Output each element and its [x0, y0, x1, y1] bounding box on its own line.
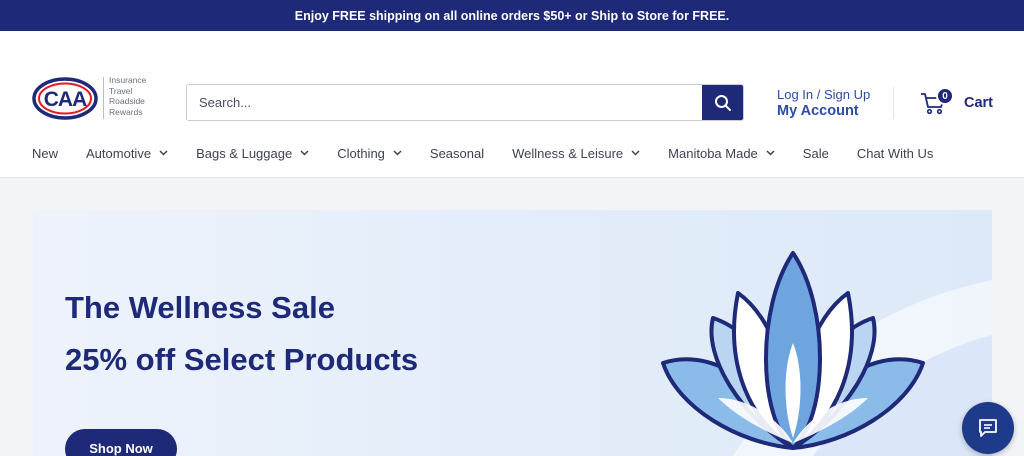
- chevron-down-icon: [766, 150, 775, 156]
- login-signup-link[interactable]: Log In / Sign Up: [777, 87, 870, 102]
- lotus-icon: [661, 251, 925, 450]
- nav-item-label: Sale: [802, 145, 829, 161]
- nav-item-seasonal[interactable]: Seasonal: [430, 146, 484, 161]
- nav-item-label: Seasonal: [429, 145, 485, 161]
- cart-count-badge: 0: [936, 87, 954, 105]
- announcement-text: Enjoy FREE shipping on all online orders…: [294, 8, 730, 23]
- nav-item-label: New: [32, 145, 59, 161]
- hero-banner[interactable]: The Wellness Sale 25% off Select Product…: [33, 210, 992, 456]
- chevron-down-icon: [159, 150, 168, 156]
- site-header: CAA Insurance Travel Roadside Rewards Lo…: [0, 31, 1024, 177]
- nav-item-bags-luggage[interactable]: Bags & Luggage: [196, 146, 309, 161]
- nav-item-wellness-leisure[interactable]: Wellness & Leisure: [512, 146, 640, 161]
- nav-item-chat-with-us[interactable]: Chat With Us: [857, 146, 934, 161]
- logo-taglines: Insurance Travel Roadside Rewards: [109, 75, 146, 117]
- nav-item-label: Manitoba Made: [668, 145, 758, 161]
- tagline: Roadside: [109, 96, 145, 107]
- chat-button[interactable]: [962, 402, 1014, 454]
- logo-divider: [103, 77, 104, 119]
- svg-text:CAA: CAA: [44, 88, 87, 111]
- chevron-down-icon: [393, 150, 402, 156]
- search-bar: [186, 84, 744, 121]
- caa-logo[interactable]: CAA Insurance Travel Roadside Rewards: [32, 75, 152, 125]
- tagline: Rewards: [109, 106, 143, 117]
- tagline: Insurance: [109, 75, 147, 85]
- nav-item-sale[interactable]: Sale: [803, 146, 829, 161]
- nav-item-label: Clothing: [337, 145, 385, 161]
- main-nav: New Automotive Bags & Luggage Clothing S…: [32, 144, 961, 162]
- nav-item-label: Wellness & Leisure: [512, 145, 624, 161]
- nav-item-manitoba-made[interactable]: Manitoba Made: [668, 146, 775, 161]
- search-button[interactable]: [702, 85, 743, 120]
- search-icon: [714, 94, 731, 111]
- header-divider: [893, 87, 894, 119]
- nav-item-automotive[interactable]: Automotive: [86, 146, 168, 161]
- cart-label: Cart: [964, 95, 994, 111]
- banner-title: The Wellness Sale: [65, 290, 335, 325]
- cart-icon: 0: [920, 87, 954, 115]
- chevron-down-icon: [631, 150, 640, 156]
- my-account-label[interactable]: My Account: [777, 103, 870, 119]
- chat-icon: [979, 419, 997, 437]
- nav-item-label: Bags & Luggage: [196, 145, 293, 161]
- tagline: Travel: [109, 85, 133, 96]
- chevron-down-icon: [300, 150, 309, 156]
- nav-item-clothing[interactable]: Clothing: [337, 146, 402, 161]
- nav-item-label: Automotive: [86, 145, 152, 161]
- account-link[interactable]: Log In / Sign Up My Account: [777, 87, 870, 119]
- banner-subtitle: 25% off Select Products: [65, 342, 419, 377]
- nav-item-label: Chat With Us: [856, 145, 934, 161]
- announcement-bar: Enjoy FREE shipping on all online orders…: [0, 0, 1024, 31]
- search-input[interactable]: [187, 85, 702, 120]
- cart-button[interactable]: 0 Cart: [920, 87, 994, 115]
- shop-now-button[interactable]: Shop Now: [65, 429, 177, 456]
- nav-item-new[interactable]: New: [32, 146, 58, 161]
- caa-logo-icon: CAA: [32, 77, 98, 120]
